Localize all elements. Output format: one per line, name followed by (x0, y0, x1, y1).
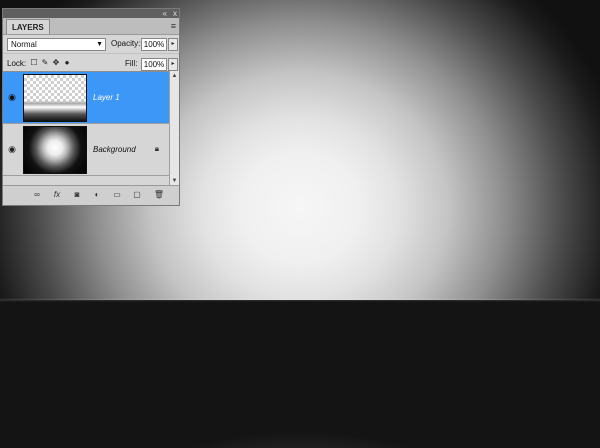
panel-menu-icon[interactable]: ≡ (171, 20, 176, 32)
fx-icon[interactable]: fx (51, 189, 63, 201)
blend-mode-value: Normal (11, 40, 37, 49)
tab-layers[interactable]: LAYERS (6, 19, 50, 34)
fill-label: Fill: (125, 59, 138, 68)
layer-row-layer-1[interactable]: ◉ Layer 1 (3, 72, 169, 124)
fill-slider-arrow-icon[interactable]: ▸ (168, 58, 178, 71)
lock-label: Lock: (7, 59, 27, 68)
add-mask-icon[interactable]: ◙ (71, 189, 83, 201)
layer-name: Layer 1 (93, 93, 120, 102)
layer-thumbnail (23, 126, 87, 174)
lock-position-icon[interactable]: ✥ (51, 58, 61, 68)
fill-field[interactable]: 100% (141, 58, 167, 71)
layer-row-background[interactable]: ◉ Background 🔒︎ (3, 124, 169, 176)
eye-icon[interactable]: ◉ (6, 144, 18, 154)
scroll-down-icon[interactable]: ▼ (170, 177, 179, 185)
layer-thumbnail (23, 74, 87, 122)
opacity-slider-arrow-icon[interactable]: ▸ (168, 38, 178, 51)
horizon-seam (0, 298, 600, 302)
new-group-icon[interactable]: ▭ (111, 189, 123, 201)
trash-icon[interactable]: 🗑︎ (153, 189, 165, 201)
opacity-field[interactable]: 100% (141, 38, 167, 51)
lock-pixels-icon[interactable]: ✎ (40, 58, 50, 68)
layers-bottom-toolbar: ∞ fx ◙ ◐ ▭ ▢ 🗑︎ (3, 185, 179, 205)
chevron-down-icon: ▼ (96, 41, 103, 48)
layers-scrollbar[interactable]: ▲ ▼ (169, 71, 179, 186)
lock-all-icon[interactable]: ● (62, 58, 72, 68)
panel-tab-row: LAYERS ≡ (3, 18, 179, 35)
lock-transparency-icon[interactable]: ☐ (29, 58, 39, 68)
lock-icon: 🔒︎ (154, 144, 159, 153)
panel-titlebar[interactable]: « x (3, 9, 179, 18)
layer-name: Background (93, 145, 136, 154)
opacity-label: Opacity: (111, 39, 141, 48)
link-layers-icon[interactable]: ∞ (31, 189, 43, 201)
eye-icon[interactable]: ◉ (6, 92, 18, 102)
blend-mode-select[interactable]: Normal ▼ (7, 38, 106, 51)
new-layer-icon[interactable]: ▢ (131, 189, 143, 201)
lock-row: Lock: ☐ ✎ ✥ ● Fill: 100% ▸ (3, 53, 179, 72)
layers-list: ◉ Layer 1 ◉ Background 🔒︎ (3, 71, 169, 187)
collapse-icon[interactable]: « (163, 9, 167, 18)
blend-row: Normal ▼ Opacity: 100% ▸ (3, 35, 179, 53)
radial-glow-reflection (0, 300, 600, 448)
close-icon[interactable]: x (173, 9, 177, 18)
scroll-up-icon[interactable]: ▲ (170, 72, 179, 80)
layers-panel: « x LAYERS ≡ Normal ▼ Opacity: 100% ▸ Lo… (2, 8, 180, 206)
adjustment-layer-icon[interactable]: ◐ (91, 189, 103, 201)
